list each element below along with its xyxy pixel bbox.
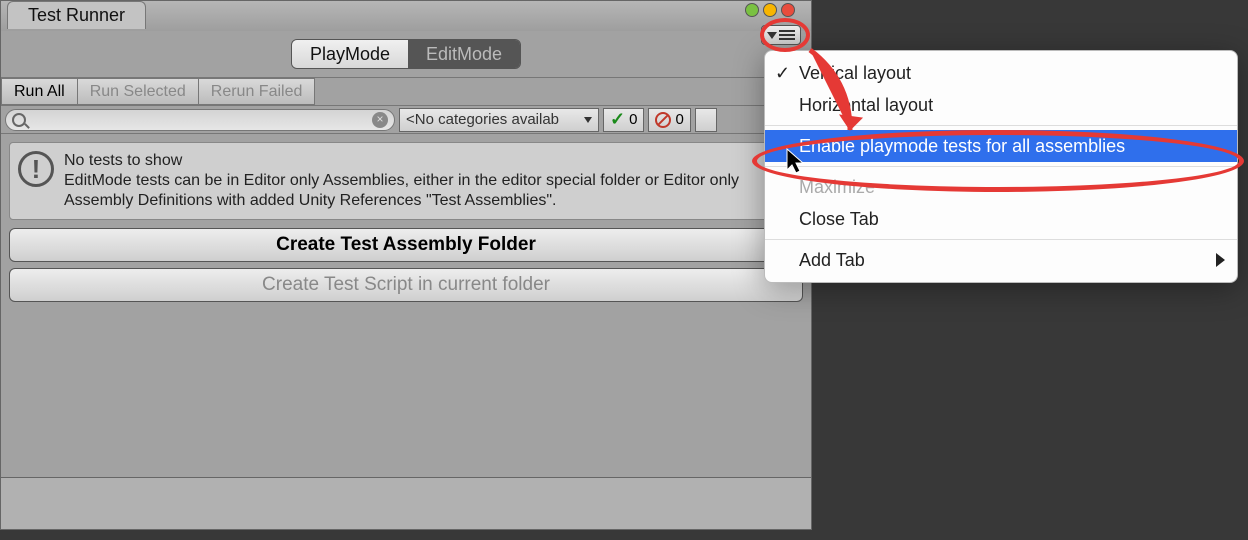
search-field[interactable]: × xyxy=(5,109,395,131)
submenu-arrow-icon xyxy=(1216,253,1225,267)
clear-search-button[interactable]: × xyxy=(372,112,388,128)
mode-segmented-control: PlayMode EditMode xyxy=(291,39,521,69)
menu-vertical-layout[interactable]: Vertical layout xyxy=(765,57,1237,89)
chevron-down-icon xyxy=(584,117,592,123)
menu-horizontal-layout[interactable]: Horizontal layout xyxy=(765,89,1237,121)
hint-body: EditMode tests can be in Editor only Ass… xyxy=(64,171,794,211)
window-traffic-lights xyxy=(745,3,795,17)
run-all-button[interactable]: Run All xyxy=(1,78,78,105)
menu-separator xyxy=(765,166,1237,167)
traffic-yellow-icon xyxy=(763,3,777,17)
no-entry-icon xyxy=(655,112,671,128)
fail-count: 0 xyxy=(675,111,683,128)
pass-count: 0 xyxy=(629,111,637,128)
search-input[interactable] xyxy=(26,112,372,128)
tab-playmode[interactable]: PlayMode xyxy=(292,40,408,68)
create-test-assembly-folder-button[interactable]: Create Test Assembly Folder xyxy=(9,228,803,262)
mode-toggle-row: PlayMode EditMode xyxy=(1,31,811,78)
menu-maximize[interactable]: Maximize xyxy=(765,171,1237,203)
fail-counter[interactable]: 0 xyxy=(648,108,690,132)
menu-add-tab-label: Add Tab xyxy=(799,250,865,271)
run-toolbar: Run All Run Selected Rerun Failed xyxy=(1,78,811,106)
tab-editmode[interactable]: EditMode xyxy=(408,40,520,68)
hint-title: No tests to show xyxy=(64,151,794,171)
menu-enable-playmode-tests[interactable]: Enable playmode tests for all assemblies xyxy=(765,130,1237,162)
run-selected-button[interactable]: Run Selected xyxy=(77,78,199,105)
category-dropdown[interactable]: <No categories availab xyxy=(399,108,599,132)
panel-footer xyxy=(1,477,811,529)
create-test-script-button[interactable]: Create Test Script in current folder xyxy=(9,268,803,302)
tab-strip: Test Runner xyxy=(1,1,811,31)
category-dropdown-label: <No categories availab xyxy=(406,111,559,128)
menu-separator xyxy=(765,125,1237,126)
menu-separator xyxy=(765,239,1237,240)
pane-context-menu: Vertical layout Horizontal layout Enable… xyxy=(764,50,1238,283)
checkmark-icon: ✓ xyxy=(610,109,625,130)
empty-state-hint: ! No tests to show EditMode tests can be… xyxy=(9,142,803,220)
menu-add-tab[interactable]: Add Tab xyxy=(765,244,1237,276)
rerun-failed-button[interactable]: Rerun Failed xyxy=(198,78,316,105)
search-icon xyxy=(12,113,26,127)
menu-close-tab[interactable]: Close Tab xyxy=(765,203,1237,235)
pass-counter[interactable]: ✓ 0 xyxy=(603,108,644,132)
mouse-cursor-icon xyxy=(786,148,806,179)
pane-options-button[interactable] xyxy=(761,25,801,45)
traffic-green-icon xyxy=(745,3,759,17)
info-icon: ! xyxy=(18,151,54,187)
traffic-red-icon xyxy=(781,3,795,17)
unknown-counter[interactable] xyxy=(695,108,717,132)
chevron-down-icon xyxy=(767,32,777,39)
test-runner-panel: Test Runner PlayMode EditMode Run All Ru… xyxy=(0,0,812,530)
window-tab-test-runner[interactable]: Test Runner xyxy=(7,1,146,29)
hamburger-icon xyxy=(779,30,795,40)
filter-row: × <No categories availab ✓ 0 0 xyxy=(1,106,811,134)
